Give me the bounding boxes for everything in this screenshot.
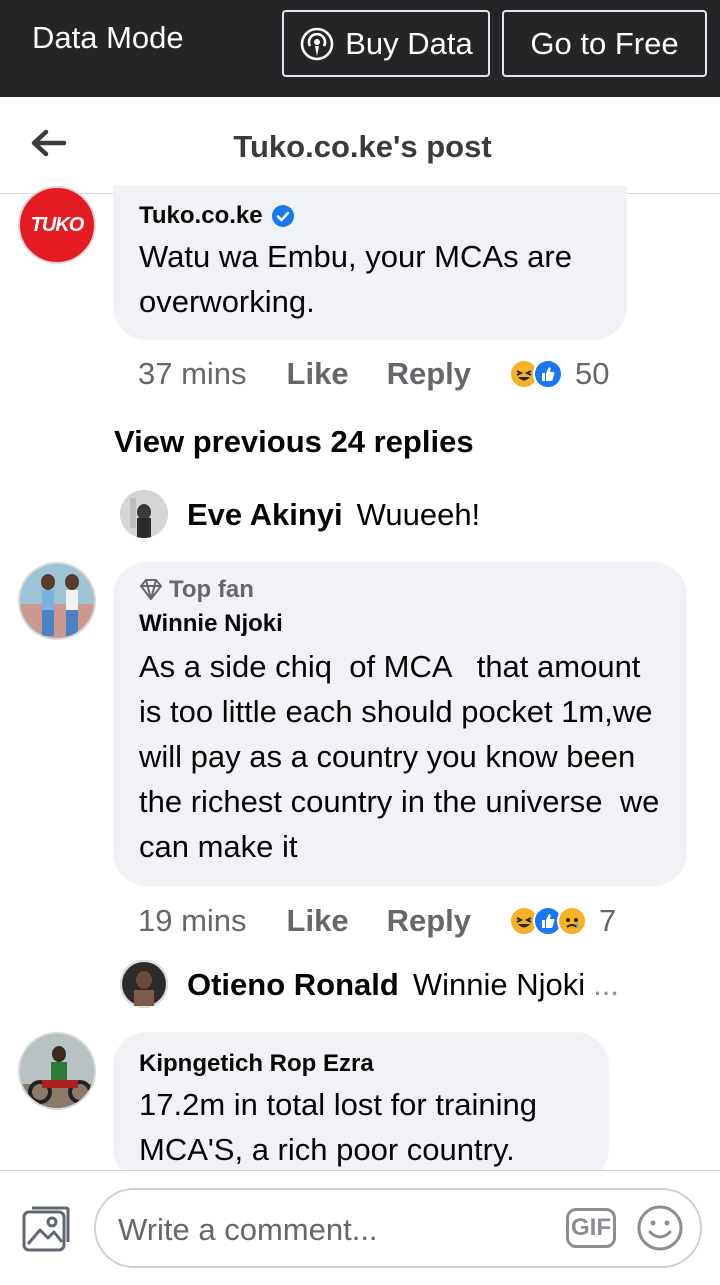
buy-data-button[interactable]: Buy Data: [282, 10, 490, 77]
comment-input[interactable]: Write a comment... GIF: [94, 1188, 702, 1268]
commenter-name[interactable]: Tuko.co.ke: [139, 202, 263, 230]
comment-time[interactable]: 19 mins: [138, 903, 247, 939]
top-fan-label: Top fan: [169, 576, 254, 603]
reply-otieno: Otieno Ronald Winnie Njoki ...: [187, 967, 619, 1003]
go-to-free-button[interactable]: Go to Free: [502, 10, 707, 77]
emoji-icon[interactable]: [636, 1204, 684, 1252]
post-header: Tuko.co.ke's post: [0, 97, 720, 194]
reply-text: Winnie Njoki: [412, 967, 586, 1002]
buy-data-label: Buy Data: [345, 25, 473, 61]
reaction-count[interactable]: 50: [575, 356, 609, 392]
eve-avatar[interactable]: [120, 490, 168, 538]
comment-bubble-winnie: Top fan Winnie Njoki As a side chiq of M…: [113, 562, 687, 886]
go-to-free-label: Go to Free: [530, 25, 679, 61]
sad-reaction-icon: [557, 906, 587, 936]
like-button[interactable]: Like: [287, 356, 349, 392]
reply-button[interactable]: Reply: [387, 356, 471, 392]
comment-composer: Write a comment... GIF: [0, 1170, 720, 1285]
gif-button[interactable]: GIF: [566, 1208, 616, 1248]
comment-bubble-kipngetich: Kipngetich Rop Ezra 17.2m in total lost …: [113, 1032, 609, 1182]
reply-name[interactable]: Otieno Ronald: [187, 967, 399, 1003]
data-mode-label: Data Mode: [32, 20, 184, 55]
reply-button[interactable]: Reply: [387, 903, 471, 939]
page-title: Tuko.co.ke's post: [233, 129, 492, 164]
view-previous-replies-link[interactable]: View previous 24 replies: [114, 424, 474, 460]
reactions[interactable]: [509, 359, 563, 389]
like-button[interactable]: Like: [287, 903, 349, 939]
otieno-avatar[interactable]: [120, 960, 168, 1008]
reactions[interactable]: [509, 906, 587, 936]
reaction-count[interactable]: 7: [599, 903, 616, 939]
comment-text: As a side chiq of MCA that amount is too…: [139, 649, 668, 864]
tuko-logo-text: TUKO: [30, 213, 85, 236]
photo-icon[interactable]: [20, 1204, 72, 1254]
winnie-avatar[interactable]: [18, 562, 96, 640]
reply-text: Wuueeh!: [356, 497, 481, 532]
comment-text: 17.2m in total lost for training MCA'S, …: [139, 1087, 538, 1167]
top-fan-badge: Top fan: [139, 576, 661, 604]
comment-time[interactable]: 37 mins: [138, 356, 247, 392]
verified-badge-icon: [271, 205, 294, 227]
data-mode-bar: Data Mode Buy Data Go to Free: [0, 0, 720, 97]
commenter-name[interactable]: Winnie Njoki: [139, 610, 661, 638]
broadcast-icon: [300, 27, 334, 60]
comment-bubble-tuko: Tuko.co.ke Watu wa Embu, your MCAs are o…: [113, 186, 627, 340]
comment-text: Watu wa Embu, your MCAs are overworking.: [139, 239, 572, 319]
tuko-avatar[interactable]: TUKO: [18, 186, 96, 264]
comment-meta-tuko: 37 mins Like Reply 50: [138, 356, 609, 392]
reply-ellipsis: ...: [593, 967, 619, 1002]
comment-input-placeholder: Write a comment...: [118, 1212, 378, 1247]
comment-meta-winnie: 19 mins Like Reply 7: [138, 903, 616, 939]
reply-name[interactable]: Eve Akinyi: [187, 497, 343, 533]
kipngetich-avatar[interactable]: [18, 1032, 96, 1110]
like-reaction-icon: [533, 359, 563, 389]
commenter-name[interactable]: Kipngetich Rop Ezra: [139, 1050, 583, 1078]
diamond-icon: [140, 579, 162, 600]
reply-eve: Eve Akinyi Wuueeh!: [187, 497, 480, 533]
